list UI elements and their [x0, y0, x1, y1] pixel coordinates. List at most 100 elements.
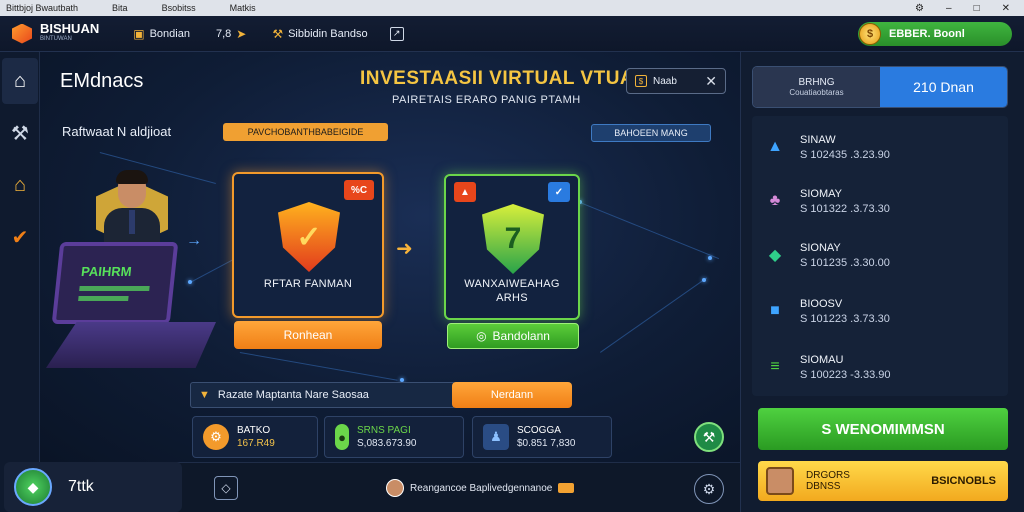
sidebar-house-button[interactable]: ⌂ — [2, 162, 38, 208]
app-header: BISHUAN BINTUWAN ▣ Bondian 7,8 ➤ ⚒ Sibbi… — [0, 16, 1024, 52]
button-label: Bandolann — [492, 329, 550, 343]
list-item[interactable]: ◆ SIONAY S 101235 .3.30.00 — [762, 230, 998, 280]
balance-pill[interactable]: $ EBBER. Boonl — [858, 22, 1012, 46]
left-sidebar: ⌂ ⚒ ⌂ ✔ — [0, 52, 40, 512]
user-avatar — [386, 479, 404, 497]
titlebar-item[interactable]: Bittbjoj Bwautbath — [6, 3, 78, 13]
asset-value: S 101235 .3.30.00 — [800, 256, 890, 269]
promo-name: DRGORS — [806, 470, 850, 481]
promo-name: DBNSS — [806, 481, 841, 492]
asset-name: SINAW — [800, 133, 836, 146]
tab-subtitle: Couatiaobtaras — [789, 88, 844, 97]
tag-icon — [558, 483, 575, 493]
stat-value: 167.R49 — [237, 438, 275, 449]
card-right-button[interactable]: ◎ Bandolann — [447, 323, 579, 349]
network-line — [600, 277, 708, 353]
bottom-message[interactable]: Reangancoe Baplivedgennanoe — [386, 479, 575, 497]
badge-label: 7ttk — [68, 478, 94, 495]
card-label: ARHS — [496, 292, 528, 304]
sidebar-home-button[interactable]: ⌂ — [2, 58, 38, 104]
stat-card: ● SRNS PAGI S,083.673.90 — [324, 416, 464, 458]
stat-card: ⚙ BATKO 167.R49 — [192, 416, 318, 458]
tab-active[interactable]: 210 Dnan — [880, 67, 1007, 107]
card-left-button[interactable]: Ronhean — [234, 321, 382, 349]
tab-title: BRHNG — [798, 77, 835, 88]
list-item[interactable]: ♣ SIOMAY S 101322 .3.73.30 — [762, 176, 998, 226]
tab-inactive[interactable]: BRHNG Couatiaobtaras — [753, 67, 880, 107]
investment-card-right[interactable]: ▲ ✓ 7 WANXAIWEAHAG ARHS — [444, 174, 580, 320]
profile-badge-panel[interactable]: ◆ 7ttk — [4, 462, 182, 512]
shield-icon: ✓ — [278, 202, 340, 272]
home-icon: ⌂ — [13, 69, 27, 92]
house-icon: ⌂ — [13, 173, 27, 196]
top-chip[interactable]: $ Naab ✕ — [626, 68, 726, 94]
asset-icon: ♣ — [769, 192, 781, 209]
asset-name: SIOMAU — [800, 353, 844, 366]
box-icon: ▣ — [133, 26, 145, 41]
network-line — [239, 352, 398, 381]
stat-card: ♟ SCOGGA $0.851 7,830 — [472, 416, 612, 458]
network-line — [579, 202, 720, 260]
window-titlebar: Bittbjoj Bwautbath Bita Bsobitss Matkis … — [0, 0, 1024, 16]
app-logo[interactable]: BISHUAN BINTUWAN — [40, 22, 99, 45]
titlebar-item[interactable]: Bita — [112, 3, 128, 13]
blue-tag[interactable]: BAHOEEN MANG — [591, 124, 711, 142]
person-icon: ♟ — [483, 424, 509, 450]
header-menu-label: Sibbidin Bandso — [288, 27, 368, 40]
primary-action-button[interactable]: S WENOMIMMSN — [758, 408, 1008, 450]
asset-value: S 101223 .3.73.30 — [800, 312, 890, 325]
shield-icon: 7 — [482, 204, 544, 274]
close-icon[interactable]: ✕ — [705, 73, 717, 90]
list-item[interactable]: ▲ SINAW S 102435 .3.23.90 — [762, 122, 998, 172]
hammer-icon: ⚒ — [272, 26, 284, 41]
external-link-icon[interactable]: ↗ — [389, 26, 404, 41]
list-item[interactable]: ≡ SIOMAU S 100223 -3.33.90 — [762, 342, 998, 392]
settings-wheel-icon[interactable]: ⚙ — [694, 474, 724, 504]
tools-round-button[interactable]: ⚒ — [694, 422, 724, 452]
wrench-icon: ⚒ — [702, 428, 716, 445]
header-menu-item[interactable]: ⚒ Sibbidin Bandso — [272, 27, 367, 41]
arrow-right-icon: → — [186, 232, 202, 249]
info-bar-text: Razate Maptanta Nare Saosaa — [217, 389, 369, 401]
stat-title: BATKO — [237, 425, 271, 436]
sidebar-ticket-button[interactable]: ✔ — [2, 214, 38, 260]
ticket-icon: ✔ — [11, 226, 29, 249]
stat-title: SCOGGA — [517, 425, 561, 436]
cube-icon[interactable]: ◇ — [214, 476, 238, 500]
info-bar: ▼ Razate Maptanta Nare Saosaa — [190, 382, 456, 408]
tools-icon: ⚒ — [11, 122, 29, 145]
stat-value: S,083.673.90 — [357, 438, 417, 449]
logo-icon — [12, 23, 32, 44]
info-button[interactable]: Nerdann — [452, 382, 572, 408]
header-menu-item[interactable]: 7,8 ➤ — [216, 27, 246, 41]
promo-banner[interactable]: DRGORS DBNSS BSICNOBLS — [758, 461, 1008, 501]
sub-heading: Raftwaat N aldjioat — [62, 124, 172, 139]
header-menu-item[interactable]: ▣ Bondian — [133, 27, 190, 41]
minimize-button[interactable]: – — [946, 3, 952, 14]
asset-icon: ■ — [770, 302, 780, 319]
chart-icon: ✓ — [548, 182, 570, 202]
list-item[interactable]: ■ BIOOSV S 101223 .3.73.30 — [762, 286, 998, 336]
main-scene: EMdnacs INVESTAASII VIRTUAL VTUAL PAIRET… — [40, 52, 740, 462]
titlebar-item[interactable]: Matkis — [230, 3, 256, 13]
arrow-icon: ➤ — [236, 26, 247, 41]
network-node — [708, 256, 712, 260]
asset-icon: ▲ — [767, 138, 783, 155]
laptop-illustration: PAIHRM — [46, 242, 226, 382]
coin-icon: $ — [635, 75, 647, 87]
maximize-button[interactable]: □ — [974, 3, 980, 14]
orange-tag[interactable]: PAVCHOBANTHBABEIGIDE — [223, 123, 388, 141]
investor-avatar — [96, 170, 168, 246]
page-heading: EMdnacs — [60, 70, 144, 92]
main-title: INVESTAASII VIRTUAL VTUAL — [360, 68, 647, 89]
promo-cta[interactable]: BSICNOBLS — [931, 475, 996, 487]
card-label: WANXAIWEAHAG — [464, 278, 560, 290]
stat-title: SRNS PAGI — [357, 425, 411, 436]
investment-card-left[interactable]: %C ✓ RFTAR FANMAN — [232, 172, 384, 318]
settings-icon[interactable]: ⚙ — [915, 3, 924, 14]
close-button[interactable]: ✕ — [1002, 3, 1010, 14]
sidebar-tools-button[interactable]: ⚒ — [2, 110, 38, 156]
asset-list: ▲ SINAW S 102435 .3.23.90 ♣ SIOMAY S 101… — [752, 116, 1008, 396]
shield-small-icon: ▲ — [454, 182, 476, 202]
titlebar-item[interactable]: Bsobitss — [162, 3, 196, 13]
